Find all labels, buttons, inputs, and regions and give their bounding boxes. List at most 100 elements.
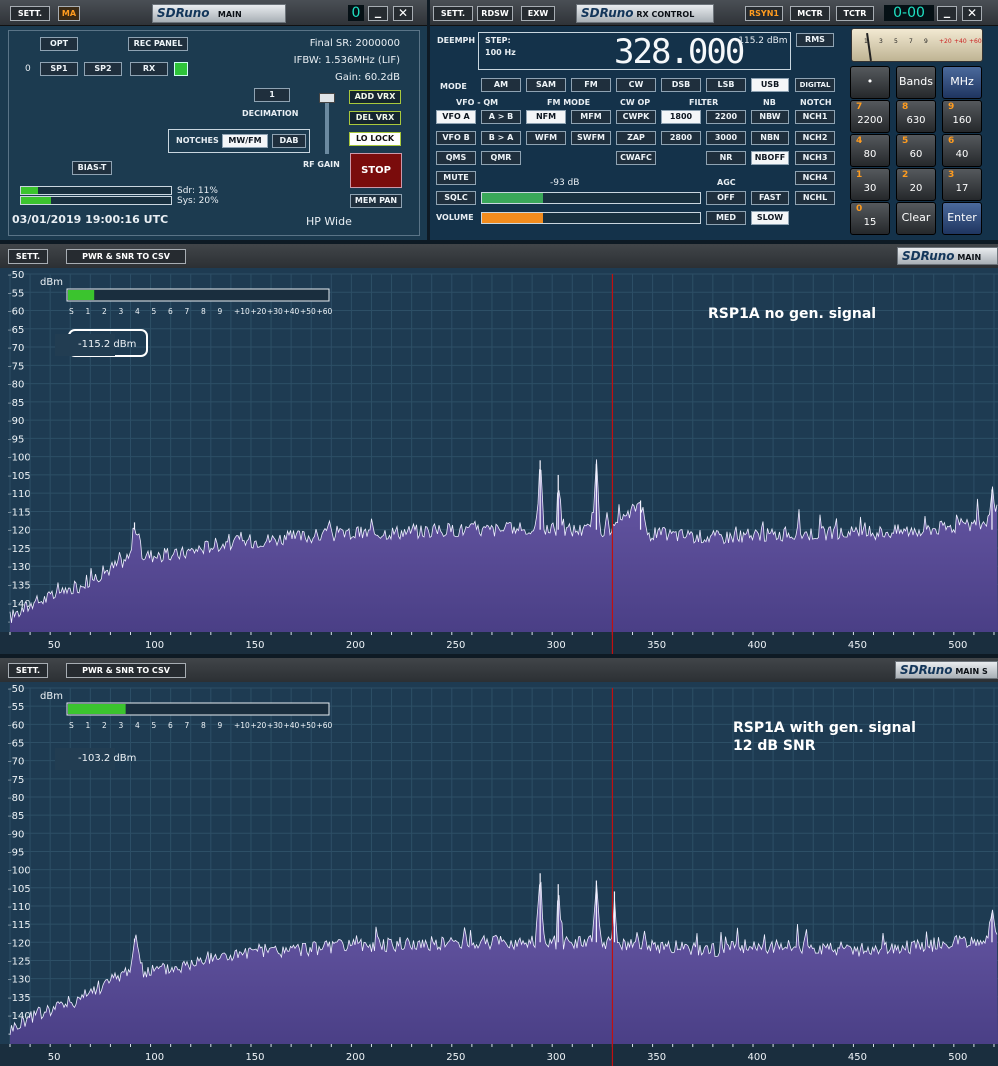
rf-gain-slider[interactable] (325, 96, 329, 154)
mode-am-button[interactable]: AM (481, 78, 521, 92)
zap-button[interactable]: ZAP (616, 131, 656, 145)
spectrum-2-sett-button[interactable]: SETT. (8, 663, 48, 678)
main-close-button[interactable]: ✕ (393, 6, 413, 21)
keypad-key[interactable]: 7 2200 (850, 100, 890, 133)
squelch-slider[interactable] (481, 192, 701, 204)
agc-med-button[interactable]: MED (706, 211, 746, 225)
mode-fm-button[interactable]: FM (571, 78, 611, 92)
nfm-button[interactable]: NFM (526, 110, 566, 124)
main-sett-button[interactable]: SETT. (10, 6, 50, 21)
nr-button[interactable]: NR (706, 151, 746, 165)
nch3-button[interactable]: NCH3 (795, 151, 835, 165)
squelch-fill (482, 193, 544, 203)
stop-button[interactable]: STOP (350, 153, 402, 188)
keypad-key[interactable]: 1 30 (850, 168, 890, 201)
keypad-key[interactable]: 4 80 (850, 134, 890, 167)
nbw-button[interactable]: NBW (751, 110, 789, 124)
spectrum-1-sett-button[interactable]: SETT. (8, 249, 48, 264)
rx-close-button[interactable]: ✕ (962, 6, 982, 21)
cwafc-button[interactable]: CWAFC (616, 151, 656, 165)
keypad-key[interactable]: 8 630 (896, 100, 936, 133)
b-to-a-button[interactable]: B > A (481, 131, 521, 145)
keypad-key-label: Clear (901, 211, 931, 224)
keypad-key[interactable]: • (850, 66, 890, 99)
filter-1800-button[interactable]: 1800 (661, 110, 701, 124)
keypad-key[interactable]: Clear (896, 202, 936, 235)
swfm-button[interactable]: SWFM (571, 131, 611, 145)
rsyn1-button[interactable]: RSYN1 (745, 6, 783, 21)
spectrum-2-csv-button[interactable]: PWR & SNR TO CSV (66, 663, 186, 678)
mw-fm-button[interactable]: MW/FM (222, 134, 268, 148)
qms-button[interactable]: QMS (436, 151, 476, 165)
keypad-key[interactable]: 9 160 (942, 100, 982, 133)
nboff-button[interactable]: NBOFF (751, 151, 789, 165)
mfm-button[interactable]: MFM (571, 110, 611, 124)
rx-button[interactable]: RX (130, 62, 168, 76)
tctr-button[interactable]: TCTR (836, 6, 874, 21)
spectrum-2-plot[interactable]: -50-55-60-65-70-75-80-85-90-95-100-105-1… (0, 682, 998, 1066)
agc-slow-button[interactable]: SLOW (751, 211, 789, 225)
dab-button[interactable]: DAB (272, 134, 306, 148)
rx-sett-button[interactable]: SETT. (433, 6, 473, 21)
volume-slider[interactable] (481, 212, 701, 224)
mode-lsb-button[interactable]: LSB (706, 78, 746, 92)
mem-pan-button[interactable]: MEM PAN (350, 194, 402, 208)
keypad-key[interactable]: MHz (942, 66, 982, 99)
rdsw-button[interactable]: RDSW (477, 6, 513, 21)
sqlc-button[interactable]: SQLC (436, 191, 476, 205)
vfo-a-button[interactable]: VFO A (436, 110, 476, 124)
nchl-button[interactable]: NCHL (795, 191, 835, 205)
rec-panel-button[interactable]: REC PANEL (128, 37, 188, 51)
nch4-button[interactable]: NCH4 (795, 171, 835, 185)
keypad-key[interactable]: Bands (896, 66, 936, 99)
mctr-button[interactable]: MCTR (790, 6, 830, 21)
mode-dsb-button[interactable]: DSB (661, 78, 701, 92)
keypad-key[interactable]: 2 20 (896, 168, 936, 201)
spectrum-1-csv-button[interactable]: PWR & SNR TO CSV (66, 249, 186, 264)
filter-2800-button[interactable]: 2800 (661, 131, 701, 145)
qmr-button[interactable]: QMR (481, 151, 521, 165)
nbn-button[interactable]: NBN (751, 131, 789, 145)
nch1-button[interactable]: NCH1 (795, 110, 835, 124)
rx-minimize-button[interactable]: ▁ (937, 6, 957, 21)
keypad-key[interactable]: 3 17 (942, 168, 982, 201)
mute-button[interactable]: MUTE (436, 171, 476, 185)
spectrum-2-toolbar: SETT. PWR & SNR TO CSV SDRuno MAIN S (0, 658, 998, 682)
smeter-label: 1 (86, 721, 91, 730)
annotation-note: 12 dB SNR (733, 738, 816, 754)
ma-button[interactable]: MA (58, 6, 80, 21)
decimation-field[interactable]: 1 (254, 88, 290, 102)
add-vrx-button[interactable]: ADD VRX (349, 90, 401, 104)
nch2-button[interactable]: NCH2 (795, 131, 835, 145)
keypad-key[interactable]: 0 15 (850, 202, 890, 235)
agc-fast-button[interactable]: FAST (751, 191, 789, 205)
cwpk-button[interactable]: CWPK (616, 110, 656, 124)
bias-t-button[interactable]: BIAS-T (72, 161, 112, 175)
vfo-b-button[interactable]: VFO B (436, 131, 476, 145)
filter-3000-button[interactable]: 3000 (706, 131, 746, 145)
sp2-button[interactable]: SP2 (84, 62, 122, 76)
main-logo: SDRuno MAIN (152, 4, 286, 23)
opt-button[interactable]: OPT (40, 37, 78, 51)
agc-off-button[interactable]: OFF (706, 191, 746, 205)
keypad-key[interactable]: 6 40 (942, 134, 982, 167)
lo-lock-button[interactable]: LO LOCK (349, 132, 401, 146)
mode-usb-button[interactable]: USB (751, 78, 789, 92)
spectrum-1-plot[interactable]: -50-55-60-65-70-75-80-85-90-95-100-105-1… (0, 268, 998, 654)
keypad-key[interactable]: Enter (942, 202, 982, 235)
main-minimize-button[interactable]: ▁ (368, 6, 388, 21)
main-window: SETT. MA SDRuno MAIN 0 ▁ ✕ OPT REC PANEL… (0, 0, 427, 240)
a-to-b-button[interactable]: A > B (481, 110, 521, 124)
rms-button[interactable]: RMS (796, 33, 834, 47)
mode-digital-button[interactable]: DIGITAL (795, 78, 835, 92)
mode-sam-button[interactable]: SAM (526, 78, 566, 92)
keypad-key[interactable]: 5 60 (896, 134, 936, 167)
rf-gain-handle[interactable] (319, 93, 335, 103)
x-tick-label: 50 (48, 640, 61, 651)
filter-2200-button[interactable]: 2200 (706, 110, 746, 124)
wfm-button[interactable]: WFM (526, 131, 566, 145)
mode-cw-button[interactable]: CW (616, 78, 656, 92)
del-vrx-button[interactable]: DEL VRX (349, 111, 401, 125)
exw-button[interactable]: EXW (521, 6, 555, 21)
sp1-button[interactable]: SP1 (40, 62, 78, 76)
